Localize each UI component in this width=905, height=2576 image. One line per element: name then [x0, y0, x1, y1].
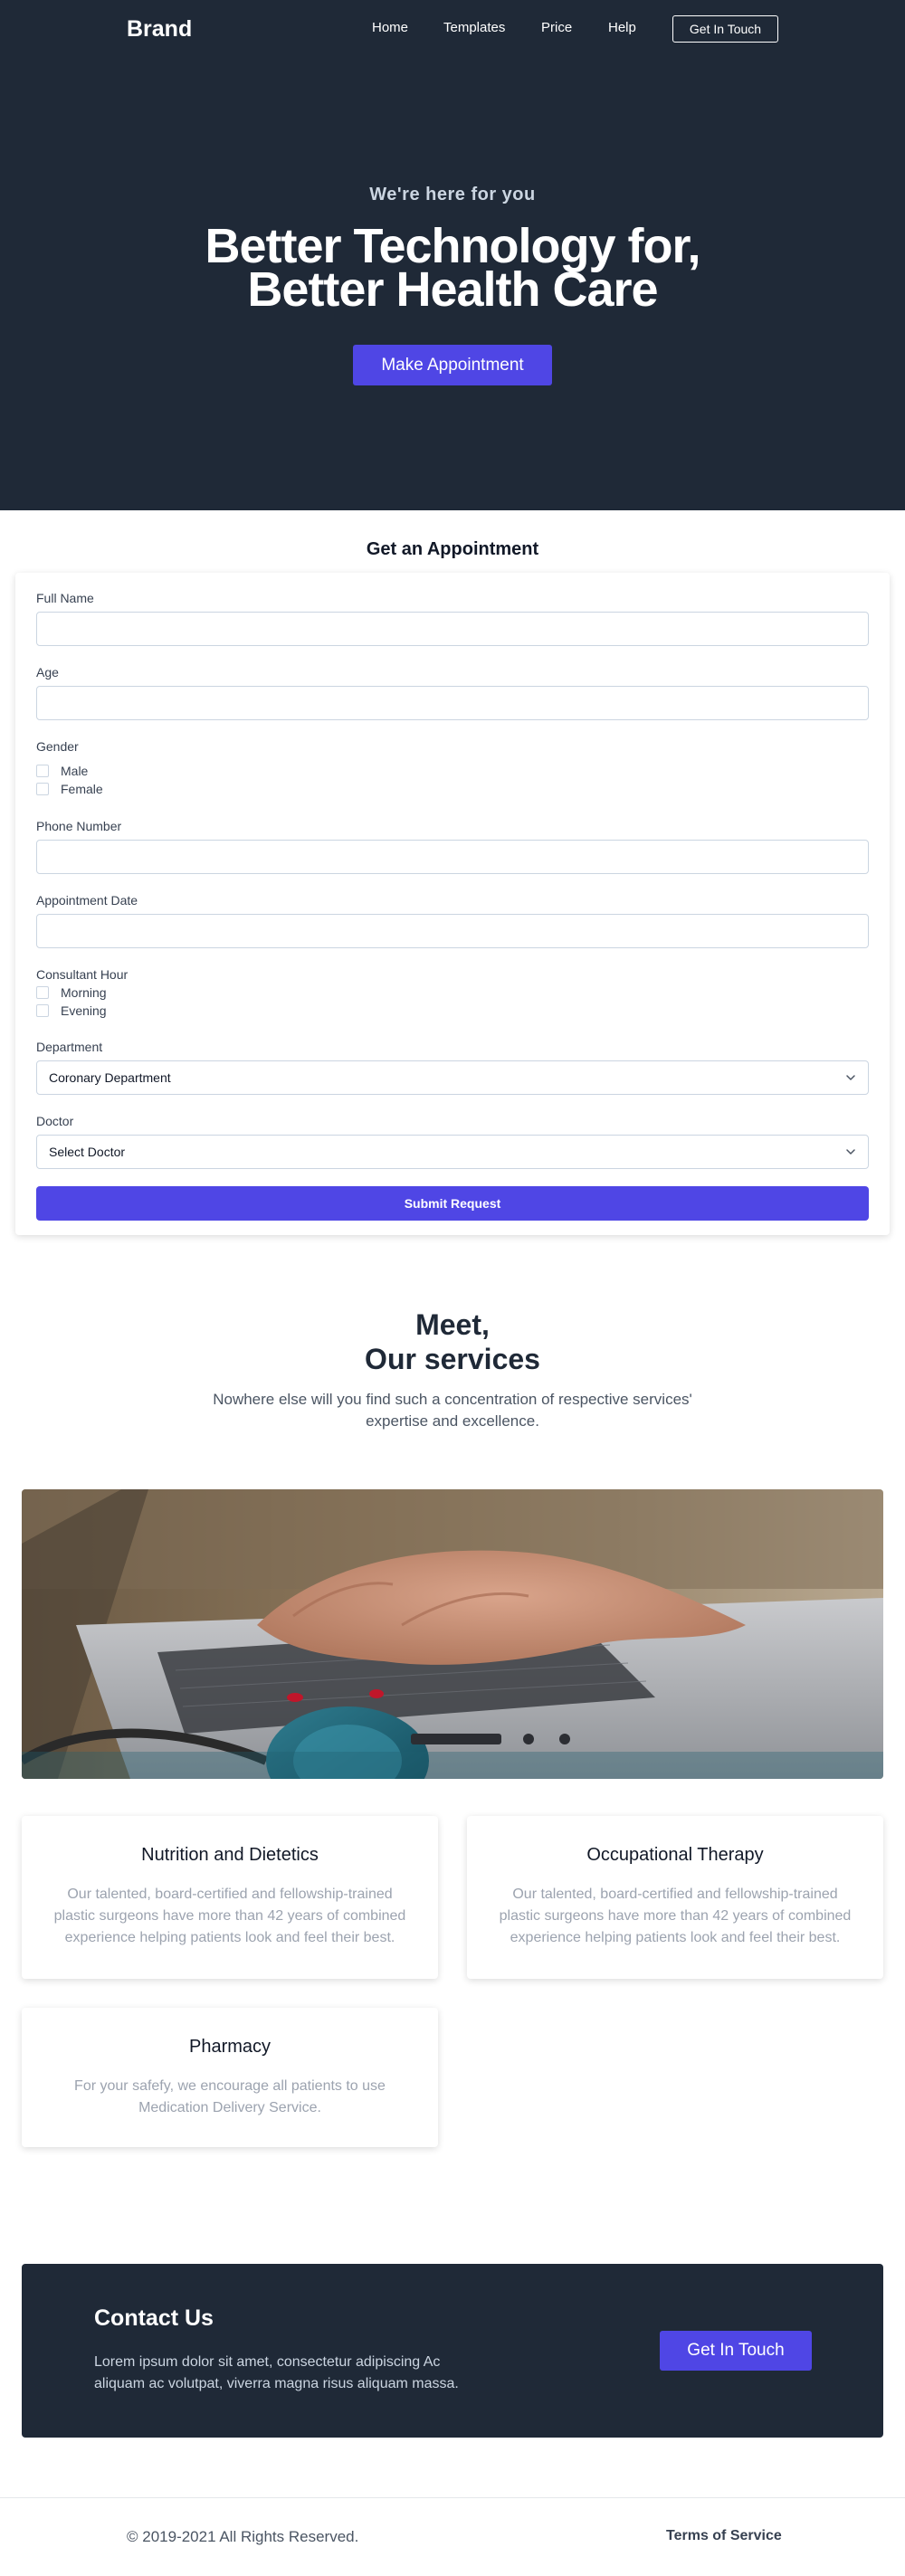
contact-text: Lorem ipsum dolor sit amet, consectetur … — [94, 2354, 459, 2391]
service-card-text: For your safefy, we encourage all patien… — [74, 2078, 386, 2115]
service-card-pharmacy: Pharmacy For your safefy, we encourage a… — [22, 2008, 438, 2147]
doctor-select-value: Select Doctor — [49, 1145, 126, 1159]
contact-title: Contact Us — [94, 2305, 214, 2331]
gender-option-female[interactable]: Female — [36, 782, 103, 796]
appointment-form: Full Name Age Gender Male Female Phone N… — [15, 573, 890, 1235]
contact-section: Contact Us Lorem ipsum dolor sit amet, c… — [22, 2264, 883, 2438]
department-select-value: Coronary Department — [49, 1070, 171, 1085]
services-subtitle: Nowhere else will you find such a concen… — [213, 1391, 692, 1430]
services-hero-image — [22, 1489, 883, 1779]
service-card-title: Occupational Therapy — [586, 1845, 764, 1865]
service-card-text: Our talented, board-certified and fellow… — [53, 1887, 406, 1945]
terms-of-service-link[interactable]: Terms of Service — [666, 2528, 782, 2544]
consultant-hour-label: Consultant Hour — [36, 967, 129, 982]
evening-label: Evening — [61, 1003, 107, 1018]
hero-section: Brand Home Templates Price Help Get In T… — [0, 0, 905, 510]
phone-label: Phone Number — [36, 819, 122, 833]
hour-option-evening[interactable]: Evening — [36, 1003, 107, 1018]
phone-input[interactable] — [36, 840, 869, 874]
services-title-line-2: Our services — [365, 1343, 540, 1375]
submit-request-button[interactable]: Submit Request — [36, 1186, 869, 1221]
female-checkbox[interactable] — [36, 783, 49, 795]
male-checkbox[interactable] — [36, 765, 49, 777]
department-select[interactable]: Coronary Department — [36, 1060, 869, 1095]
laptop-stethoscope-photo — [22, 1489, 883, 1779]
age-label: Age — [36, 665, 59, 680]
nav-link-help[interactable]: Help — [608, 20, 636, 35]
chevron-down-icon — [846, 1149, 855, 1155]
hero-kicker: We're here for you — [369, 185, 536, 204]
services-title-line-1: Meet, — [415, 1308, 490, 1341]
service-card-text: Our talented, board-certified and fellow… — [499, 1887, 852, 1945]
form-heading: Get an Appointment — [366, 539, 539, 559]
service-card-occupational-therapy: Occupational Therapy Our talented, board… — [467, 1816, 883, 1979]
make-appointment-button[interactable]: Make Appointment — [353, 345, 552, 385]
hero-title-line-2: Better Health Care — [247, 262, 658, 317]
female-label: Female — [61, 782, 103, 796]
department-label: Department — [36, 1040, 103, 1054]
male-label: Male — [61, 764, 89, 778]
hero-title: Better Technology for, Better Health Car… — [0, 222, 905, 314]
contact-get-in-touch-button[interactable]: Get In Touch — [660, 2331, 812, 2371]
service-card-nutrition: Nutrition and Dietetics Our talented, bo… — [22, 1816, 438, 1979]
doctor-select[interactable]: Select Doctor — [36, 1135, 869, 1169]
gender-option-male[interactable]: Male — [36, 764, 88, 778]
nav-get-in-touch-button[interactable]: Get In Touch — [672, 15, 778, 43]
services-title: Meet, Our services — [0, 1307, 905, 1376]
doctor-label: Doctor — [36, 1114, 74, 1128]
nav-link-home[interactable]: Home — [372, 20, 408, 35]
service-card-title: Pharmacy — [188, 2037, 272, 2057]
brand-logo[interactable]: Brand — [127, 16, 192, 43]
hour-option-morning[interactable]: Morning — [36, 985, 107, 1000]
appointment-date-label: Appointment Date — [36, 893, 138, 908]
nav-link-price[interactable]: Price — [541, 20, 572, 35]
full-name-label: Full Name — [36, 591, 94, 605]
gender-label: Gender — [36, 739, 79, 754]
evening-checkbox[interactable] — [36, 1004, 49, 1017]
service-card-title: Nutrition and Dietetics — [141, 1845, 319, 1865]
morning-checkbox[interactable] — [36, 986, 49, 999]
footer-divider — [0, 2497, 905, 2498]
footer-copyright: © 2019-2021 All Rights Reserved. — [127, 2528, 359, 2545]
full-name-input[interactable] — [36, 612, 869, 646]
morning-label: Morning — [61, 985, 107, 1000]
age-input[interactable] — [36, 686, 869, 720]
appointment-date-input[interactable] — [36, 914, 869, 948]
chevron-down-icon — [846, 1075, 855, 1080]
nav-link-templates[interactable]: Templates — [443, 20, 505, 35]
